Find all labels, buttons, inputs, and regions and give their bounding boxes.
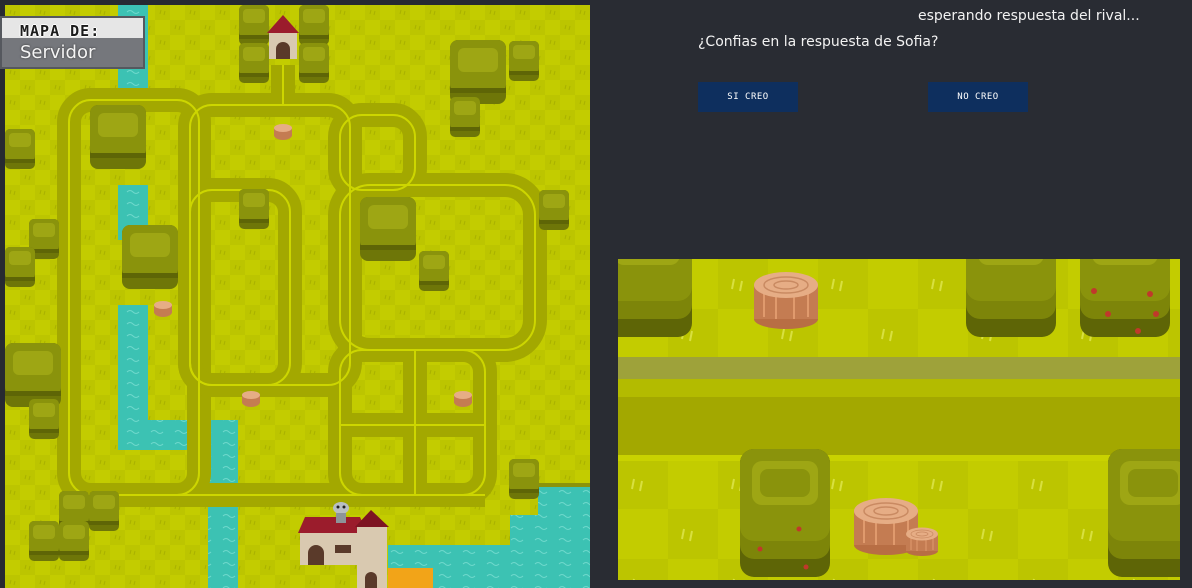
map-name-panel: MAPA DE: Servidor [0,16,145,69]
berry-bush [740,449,830,577]
bush [1108,449,1180,577]
believe-button[interactable]: SI CREO [698,82,798,112]
tree-stump [753,271,819,330]
closeup-view [618,259,1180,580]
bush [966,259,1056,337]
map-title: MAPA DE: [20,22,101,40]
berry-bush [1080,259,1170,337]
trust-question: ¿Confias en la respuesta de Sofia? [698,34,939,50]
game-map: MAPA DE: Servidor [0,0,590,588]
dont-believe-button[interactable]: NO CREO [928,82,1028,112]
waiting-status: esperando respuesta del rival... [918,8,1140,24]
map-terrain [5,5,590,588]
small-stump [905,527,939,557]
closeup-scene [618,259,1180,580]
server-name: Servidor [20,42,96,63]
bush [618,259,692,337]
